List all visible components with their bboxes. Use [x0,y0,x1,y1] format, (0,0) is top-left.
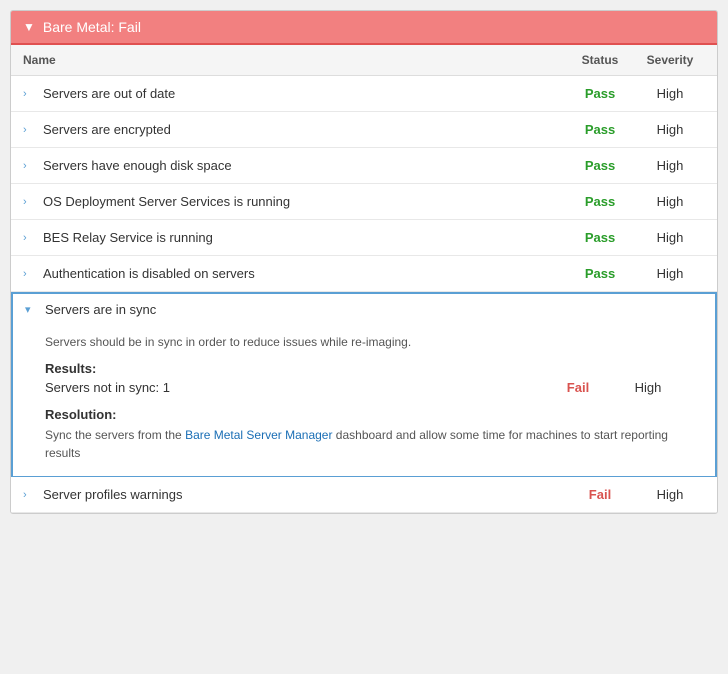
row-chevron: › [23,124,35,136]
expanded-row-chevron: ▾ [25,303,37,316]
results-status-badge: Fail [543,380,613,395]
row-chevron: › [23,489,35,501]
resolution-link[interactable]: Bare Metal Server Manager [185,428,332,442]
row-label: OS Deployment Server Services is running [43,194,565,209]
expanded-description: Servers should be in sync in order to re… [45,335,683,349]
table-row[interactable]: › OS Deployment Server Services is runni… [11,184,717,220]
table-row[interactable]: › BES Relay Service is running Pass High [11,220,717,256]
panel-title: Bare Metal: Fail [43,19,141,35]
bare-metal-panel: ▼ Bare Metal: Fail Name Status Severity … [10,10,718,514]
status-badge: Pass [565,230,635,245]
status-badge: Pass [565,266,635,281]
resolution-text: Sync the servers from the Bare Metal Ser… [45,426,683,462]
row-label: Servers have enough disk space [43,158,565,173]
status-badge: Fail [565,487,635,502]
table-row[interactable]: › Server profiles warnings Fail High [11,477,717,513]
row-chevron: › [23,196,35,208]
panel-header[interactable]: ▼ Bare Metal: Fail [11,11,717,45]
expanded-row-header[interactable]: ▾ Servers are in sync [11,292,717,325]
severity-label: High [635,266,705,281]
row-label: Server profiles warnings [43,487,565,502]
severity-label: High [635,122,705,137]
table-row[interactable]: › Authentication is disabled on servers … [11,256,717,292]
status-badge: Pass [565,122,635,137]
table-header: Name Status Severity [11,45,717,76]
resolution-label: Resolution: [45,407,683,422]
table-row[interactable]: › Servers have enough disk space Pass Hi… [11,148,717,184]
results-row: Servers not in sync: 1 Fail High [45,380,683,395]
column-name-header: Name [23,53,565,67]
severity-label: High [635,158,705,173]
row-chevron: › [23,268,35,280]
results-severity-label: High [613,380,683,395]
table-row[interactable]: › Servers are out of date Pass High [11,76,717,112]
column-status-header: Status [565,53,635,67]
resolution-text-before: Sync the servers from the [45,428,185,442]
panel-collapse-chevron[interactable]: ▼ [23,20,35,34]
row-chevron: › [23,160,35,172]
status-badge: Pass [565,86,635,101]
row-label: Servers are encrypted [43,122,565,137]
expanded-row-content: Servers should be in sync in order to re… [11,325,717,477]
severity-label: High [635,86,705,101]
status-badge: Pass [565,194,635,209]
severity-label: High [635,487,705,502]
severity-label: High [635,230,705,245]
row-label: Servers are out of date [43,86,565,101]
row-label: BES Relay Service is running [43,230,565,245]
status-badge: Pass [565,158,635,173]
severity-label: High [635,194,705,209]
results-label: Results: [45,361,683,376]
column-severity-header: Severity [635,53,705,67]
row-label: Authentication is disabled on servers [43,266,565,281]
table-row[interactable]: › Servers are encrypted Pass High [11,112,717,148]
results-text: Servers not in sync: 1 [45,380,543,395]
row-chevron: › [23,88,35,100]
row-chevron: › [23,232,35,244]
expanded-row-label: Servers are in sync [45,302,703,317]
